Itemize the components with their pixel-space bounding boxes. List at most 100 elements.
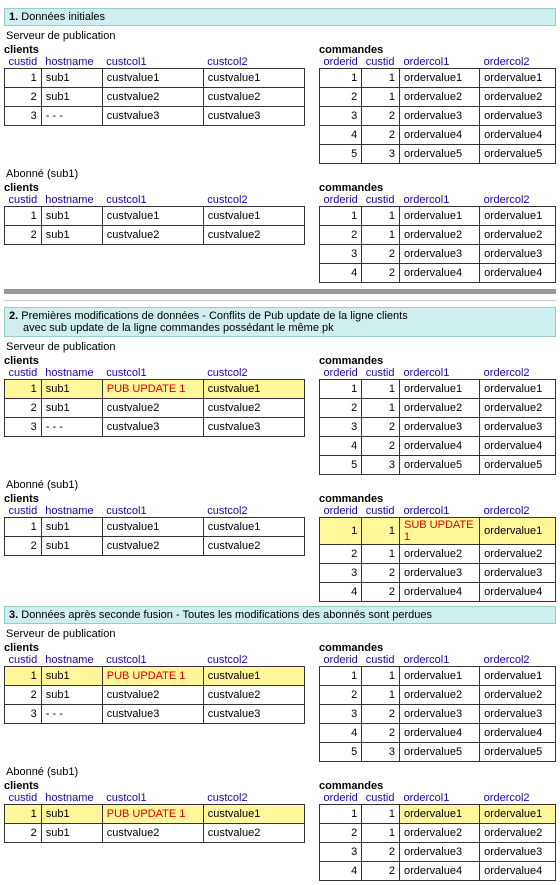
- col-header: ordercol2: [480, 56, 556, 69]
- cell: sub1: [41, 518, 102, 537]
- cell: 2: [5, 537, 42, 556]
- cell: ordervalue3: [399, 418, 479, 437]
- cell: 2: [320, 226, 362, 245]
- cell: ordervalue3: [480, 418, 556, 437]
- table-title-clients: clients: [4, 355, 311, 367]
- cell: ordervalue4: [399, 126, 479, 145]
- col-header: ordercol2: [480, 505, 556, 518]
- cell: ordervalue3: [480, 564, 556, 583]
- col-header: custcol1: [102, 56, 203, 69]
- publisher-label: Serveur de publication: [6, 341, 556, 353]
- commands-table: orderidcustidordercol1ordercol211orderva…: [319, 792, 556, 881]
- cell: custvalue2: [203, 686, 304, 705]
- cell: custvalue1: [203, 805, 304, 824]
- cell: custvalue1: [102, 207, 203, 226]
- cell: 3: [362, 743, 400, 762]
- col-header: ordercol1: [399, 56, 479, 69]
- cell: 3: [320, 418, 362, 437]
- cell: ordervalue3: [480, 705, 556, 724]
- cell: 1: [362, 399, 400, 418]
- cell: 3: [362, 456, 400, 475]
- cell: ordervalue4: [480, 862, 556, 881]
- col-header: custcol1: [102, 505, 203, 518]
- cell: - - -: [41, 418, 102, 437]
- cell: 2: [362, 418, 400, 437]
- cell: ordervalue4: [480, 437, 556, 456]
- col-header: orderid: [320, 505, 362, 518]
- cell: ordervalue2: [399, 399, 479, 418]
- cell: 3: [320, 564, 362, 583]
- cell: sub1: [41, 399, 102, 418]
- cell: 4: [320, 862, 362, 881]
- publisher-label: Serveur de publication: [6, 628, 556, 640]
- cell: custvalue2: [102, 88, 203, 107]
- col-header: custcol2: [203, 505, 304, 518]
- cell: 3: [320, 245, 362, 264]
- col-header: custcol1: [102, 367, 203, 380]
- cell: ordervalue1: [480, 667, 556, 686]
- cell: sub1: [41, 805, 102, 824]
- cell: ordervalue5: [480, 743, 556, 762]
- cell: custvalue2: [203, 399, 304, 418]
- cell: 1: [5, 667, 42, 686]
- cell: custvalue3: [203, 107, 304, 126]
- cell: 3: [5, 107, 42, 126]
- cell: 2: [5, 686, 42, 705]
- cell: 1: [5, 69, 42, 88]
- cell: sub1: [41, 207, 102, 226]
- cell: sub1: [41, 380, 102, 399]
- section-divider: [4, 289, 556, 301]
- cell: 1: [5, 518, 42, 537]
- cell: 1: [362, 667, 400, 686]
- cell: ordervalue1: [399, 380, 479, 399]
- cell: 2: [320, 88, 362, 107]
- cell: ordervalue4: [480, 724, 556, 743]
- col-header: ordercol1: [399, 792, 479, 805]
- col-header: ordercol2: [480, 654, 556, 667]
- cell: sub1: [41, 824, 102, 843]
- cell: ordervalue1: [399, 69, 479, 88]
- cell: 3: [320, 705, 362, 724]
- cell: custvalue2: [203, 537, 304, 556]
- cell: ordervalue2: [399, 88, 479, 107]
- cell: 2: [320, 824, 362, 843]
- cell: custvalue1: [102, 518, 203, 537]
- cell: ordervalue3: [480, 843, 556, 862]
- cell: ordervalue4: [399, 862, 479, 881]
- cell: 2: [362, 583, 400, 602]
- cell: custvalue3: [102, 107, 203, 126]
- col-header: custid: [5, 194, 42, 207]
- col-header: custcol2: [203, 367, 304, 380]
- clients-table: custidhostnamecustcol1custcol21sub1custv…: [4, 56, 305, 126]
- cell: ordervalue4: [399, 583, 479, 602]
- col-header: custid: [362, 654, 400, 667]
- cell: ordervalue2: [480, 399, 556, 418]
- col-header: ordercol1: [399, 505, 479, 518]
- table-title-clients: clients: [4, 493, 311, 505]
- cell: - - -: [41, 107, 102, 126]
- cell: custvalue2: [203, 226, 304, 245]
- col-header: hostname: [41, 56, 102, 69]
- cell: ordervalue5: [399, 456, 479, 475]
- cell: 1: [362, 380, 400, 399]
- cell: ordervalue1: [480, 69, 556, 88]
- cell: 1: [320, 380, 362, 399]
- cell: ordervalue4: [480, 583, 556, 602]
- cell: 2: [362, 107, 400, 126]
- cell: ordervalue2: [480, 545, 556, 564]
- col-header: custcol1: [102, 792, 203, 805]
- cell: sub1: [41, 226, 102, 245]
- cell: custvalue3: [203, 418, 304, 437]
- cell: ordervalue2: [399, 226, 479, 245]
- cell: 1: [362, 207, 400, 226]
- cell: 1: [320, 518, 362, 545]
- cell: custvalue1: [203, 518, 304, 537]
- cell: 2: [362, 724, 400, 743]
- cell: 2: [5, 399, 42, 418]
- cell: ordervalue3: [480, 245, 556, 264]
- cell: custvalue2: [203, 824, 304, 843]
- table-title-commands: commandes: [319, 355, 556, 367]
- cell: 2: [5, 88, 42, 107]
- cell: custvalue2: [102, 824, 203, 843]
- cell: 2: [362, 264, 400, 283]
